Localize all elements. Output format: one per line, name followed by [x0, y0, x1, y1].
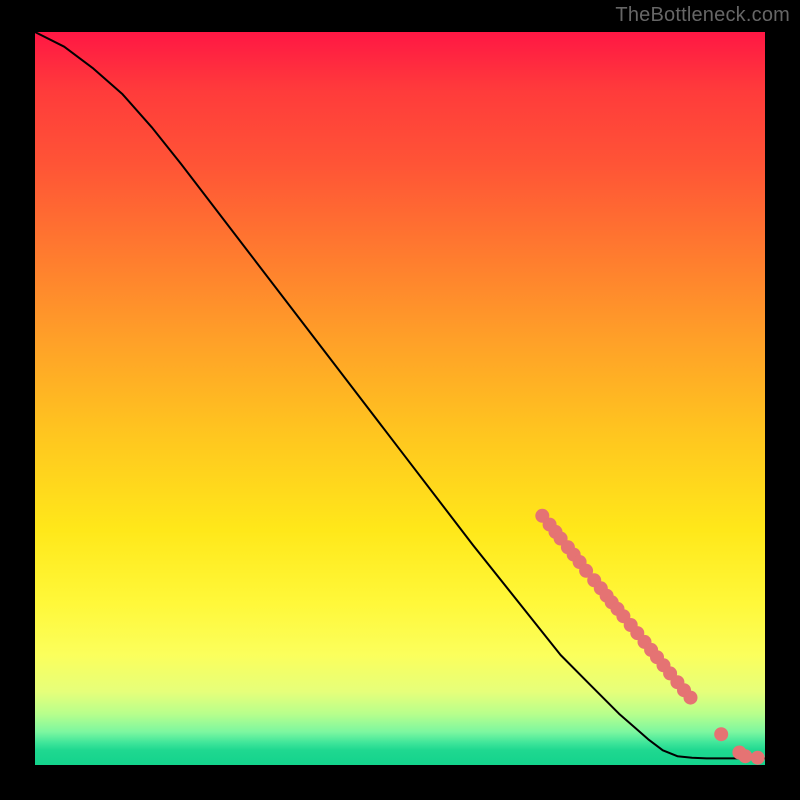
chart-svg: [35, 32, 765, 765]
attribution-label: TheBottleneck.com: [615, 4, 790, 27]
highlight-dots-group: [535, 509, 764, 765]
chart-frame: TheBottleneck.com: [0, 0, 800, 800]
highlight-dot: [751, 751, 765, 765]
plot-area: [35, 32, 765, 765]
highlight-dot: [714, 727, 728, 741]
highlight-dot: [684, 691, 698, 705]
highlight-dot: [738, 749, 752, 763]
